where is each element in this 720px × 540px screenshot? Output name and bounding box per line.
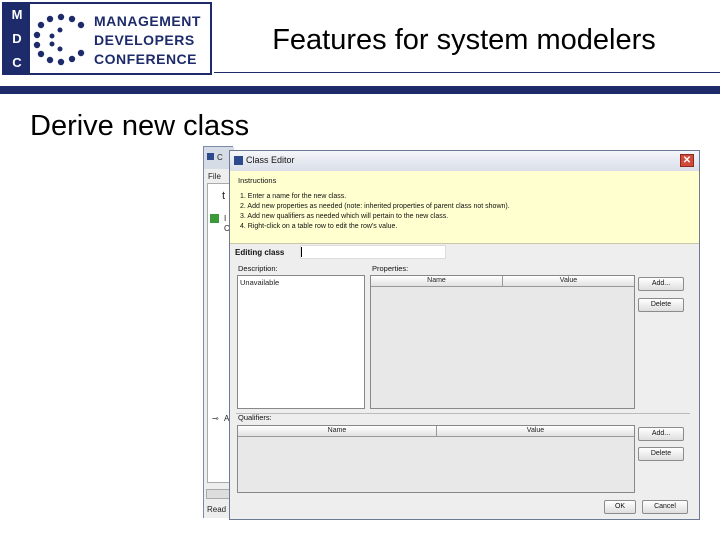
background-status-text: Read (207, 505, 227, 514)
qualifiers-label: Qualifiers: (238, 413, 272, 422)
editing-class-label: Editing class (235, 248, 285, 257)
add-qualifier-button[interactable]: Add... (638, 427, 684, 441)
logo-word-management: MANAGEMENT (94, 13, 201, 29)
description-label: Description: (238, 264, 278, 273)
description-value: Unavailable (240, 278, 280, 287)
instruction-step: 2. Add new properties as needed (note: i… (240, 203, 510, 210)
properties-column-name[interactable]: Name (371, 276, 503, 287)
description-textarea[interactable]: Unavailable (237, 275, 365, 409)
background-app-icon (207, 153, 214, 160)
close-icon[interactable]: ✕ (680, 154, 694, 167)
logo-letter-c: C (12, 55, 22, 70)
logo-word-developers: DEVELOPERS (94, 32, 195, 48)
delete-property-button[interactable]: Delete (638, 298, 684, 312)
background-tree-item: I (224, 214, 227, 223)
logo-dot-ring-icon (33, 13, 85, 66)
instruction-step: 3. Add new qualifiers as needed which wi… (240, 213, 449, 220)
tree-node-icon (210, 214, 219, 223)
section-divider (236, 413, 690, 414)
qualifiers-column-value[interactable]: Value (437, 426, 634, 437)
logo-letter-column: M D C (4, 4, 30, 73)
instructions-panel: Instructions 1. Enter a name for the new… (230, 171, 699, 244)
header-band (0, 86, 720, 94)
text-caret (301, 247, 302, 257)
qualifiers-table[interactable]: Name Value (237, 425, 635, 493)
add-property-button[interactable]: Add... (638, 277, 684, 291)
instructions-heading: Instructions (238, 176, 277, 185)
background-tree-item: t (222, 190, 226, 202)
class-name-input[interactable] (300, 245, 446, 259)
mdc-logo: M D C MANAGEMENT DEVELOPERS CONFERENCE (2, 2, 212, 75)
delete-qualifier-button[interactable]: Delete (638, 447, 684, 461)
cancel-button[interactable]: Cancel (642, 500, 688, 514)
dialog-titlebar[interactable]: Class Editor ✕ (230, 151, 699, 172)
ok-button[interactable]: OK (604, 500, 636, 514)
instruction-step: 4. Right-click on a table row to edit th… (240, 223, 398, 230)
instruction-step: 1. Enter a name for the new class. (240, 193, 347, 200)
tree-expand-icon[interactable]: ⊸ (212, 414, 219, 423)
logo-word-conference: CONFERENCE (94, 51, 198, 67)
header-rule (214, 72, 720, 73)
dialog-title: Class Editor (246, 155, 295, 165)
background-window-title: C (217, 153, 223, 162)
logo-letter-d: D (12, 31, 22, 46)
dialog-app-icon (234, 156, 243, 165)
qualifiers-column-name[interactable]: Name (238, 426, 437, 437)
properties-column-value[interactable]: Value (503, 276, 634, 287)
properties-label: Properties: (372, 264, 409, 273)
slide-subtitle: Derive new class (30, 110, 250, 142)
background-tree-panel[interactable]: t I C ⊸ A (207, 183, 231, 483)
properties-table[interactable]: Name Value (370, 275, 635, 409)
background-menu-file[interactable]: File (208, 172, 221, 181)
logo-letter-m: M (11, 7, 23, 22)
background-scrollbar[interactable] (206, 489, 230, 499)
slide-title: Features for system modelers (272, 24, 656, 56)
class-editor-dialog: Class Editor ✕ Instructions 1. Enter a n… (229, 150, 700, 520)
